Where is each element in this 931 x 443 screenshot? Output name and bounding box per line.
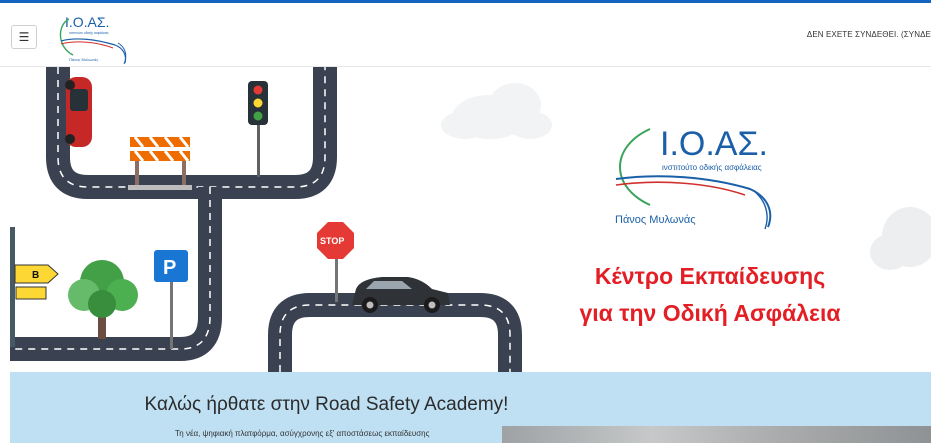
login-status[interactable]: ΔΕΝ ΕΧΕΤΕ ΣΥΝΔΕΘΕΙ. (ΣΥΝΔΕ: [807, 30, 931, 39]
stop-sign-label: STOP: [320, 236, 344, 246]
direction-sign-label: B: [32, 270, 39, 281]
logo-text: Ι.Ο.ΑΣ.: [65, 14, 109, 30]
welcome-section: Καλώς ήρθατε στην Road Safety Academy! Τ…: [10, 372, 931, 443]
logo-subtitle: ινστιτούτο οδικής ασφάλειας: [69, 31, 109, 35]
direction-sign-icon: B: [10, 227, 59, 347]
login-status-text[interactable]: ΔΕΝ ΕΧΕΤΕ ΣΥΝΔΕΘΕΙ. (ΣΥΝΔΕ: [807, 30, 931, 39]
road-upper: [46, 67, 337, 199]
parking-sign-icon: P: [154, 250, 188, 349]
site-logo[interactable]: Ι.Ο.ΑΣ. ινστιτούτο οδικής ασφάλειας Πάνο…: [55, 11, 135, 66]
cloud-icon: [441, 83, 552, 139]
hero-logo-signature: Πάνος Μυλωνάς: [615, 214, 696, 226]
hero-headline-line2: για την Οδική Ασφάλεια: [579, 300, 840, 326]
menu-button[interactable]: ☰: [11, 25, 37, 49]
parking-sign-label: P: [163, 257, 176, 279]
traffic-light-icon: [248, 81, 268, 177]
welcome-photo: [502, 426, 931, 443]
red-car-icon: [65, 77, 92, 147]
road-lower: [268, 293, 522, 372]
stop-sign-icon: STOP: [317, 222, 354, 302]
hero-headline-line1: Κέντρο Εκπαίδευσης: [595, 263, 825, 289]
welcome-text: Τη νέα, ψηφιακή πλατφόρμα, ασύγχρονης εξ…: [175, 429, 430, 438]
navbar: ☰ Ι.Ο.ΑΣ. ινστιτούτο οδικής ασφάλειας Πά…: [0, 3, 931, 67]
hamburger-icon: ☰: [18, 30, 30, 44]
cloud-icon-right: [870, 207, 931, 270]
hero-illustration: B P STOP Ι.Ο.ΑΣ. ινστιτούτο οδικής ασφάλ…: [10, 67, 931, 372]
hero-banner: B P STOP Ι.Ο.ΑΣ. ινστιτούτο οδικής ασφάλ…: [10, 67, 931, 372]
hero-logo-text: Ι.Ο.ΑΣ.: [660, 125, 768, 163]
tree-icon: [68, 260, 138, 339]
hero-logo-subtitle: ινστιτούτο οδικής ασφάλειας: [662, 163, 762, 172]
hero-logo: Ι.Ο.ΑΣ. ινστιτούτο οδικής ασφάλειας Πάνο…: [615, 125, 772, 230]
logo-signature: Πάνος Μυλωνάς: [69, 57, 98, 62]
welcome-title: Καλώς ήρθατε στην Road Safety Academy!: [144, 394, 509, 415]
